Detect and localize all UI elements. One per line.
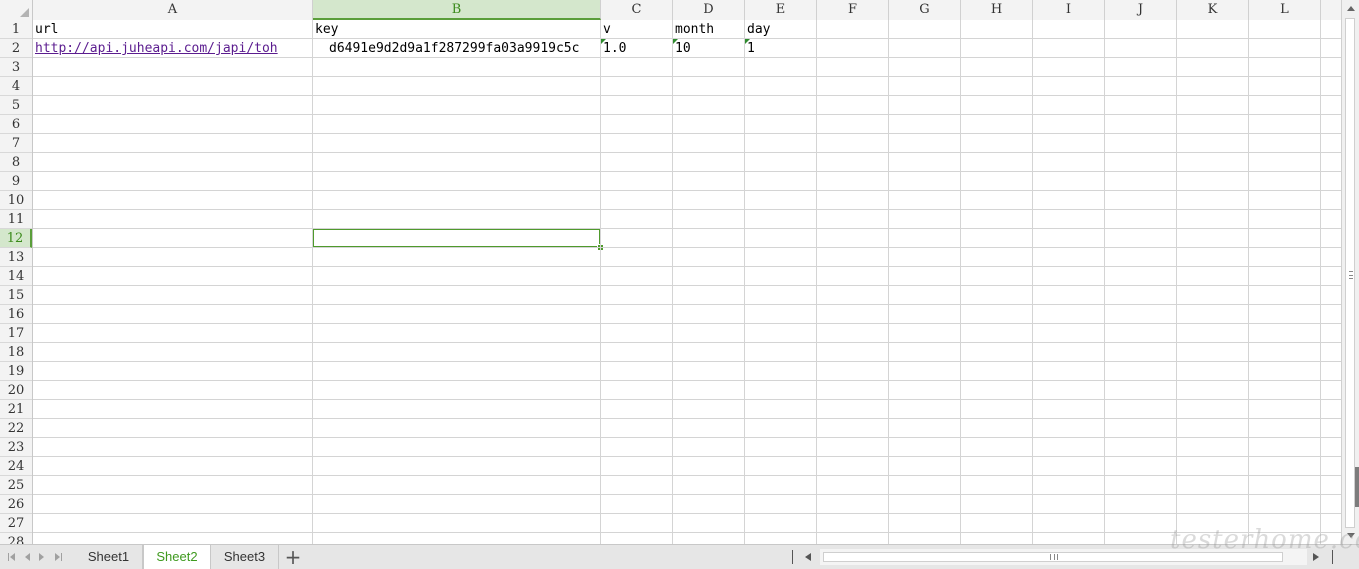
sheet-tab-sheet2[interactable]: Sheet2 bbox=[143, 545, 211, 569]
row-header-5[interactable]: 5 bbox=[0, 96, 32, 115]
scroll-left-icon[interactable] bbox=[805, 553, 811, 561]
row-header-8[interactable]: 8 bbox=[0, 153, 32, 172]
scroll-divider bbox=[1332, 550, 1333, 564]
row-header-4[interactable]: 4 bbox=[0, 77, 32, 96]
scroll-right-icon[interactable] bbox=[1313, 553, 1319, 561]
column-header-b[interactable]: B bbox=[313, 0, 601, 20]
grip-icon bbox=[1349, 271, 1353, 279]
row-header-27[interactable]: 27 bbox=[0, 514, 32, 533]
scroll-up-icon[interactable] bbox=[1347, 6, 1355, 11]
select-all-icon bbox=[20, 8, 29, 17]
column-header-a[interactable]: A bbox=[33, 0, 313, 20]
row-header-13[interactable]: 13 bbox=[0, 248, 32, 267]
prev-sheet-icon[interactable] bbox=[24, 552, 34, 562]
scroll-divider[interactable] bbox=[792, 550, 793, 564]
first-sheet-icon[interactable] bbox=[8, 552, 18, 562]
row-header-11[interactable]: 11 bbox=[0, 210, 32, 229]
row-header-24[interactable]: 24 bbox=[0, 457, 32, 476]
row-header-15[interactable]: 15 bbox=[0, 286, 32, 305]
window-edge-strip bbox=[1355, 467, 1359, 507]
row-header-10[interactable]: 10 bbox=[0, 191, 32, 210]
grip-icon bbox=[1050, 554, 1058, 560]
add-sheet-button[interactable]: + bbox=[283, 547, 303, 567]
horizontal-scroll-thumb[interactable] bbox=[823, 552, 1283, 562]
row-header-18[interactable]: 18 bbox=[0, 343, 32, 362]
error-flag-icon[interactable] bbox=[673, 39, 678, 44]
column-header-g[interactable]: G bbox=[889, 0, 961, 20]
row-header-2[interactable]: 2 bbox=[0, 39, 32, 58]
spreadsheet-app: ABCDEFGHIJKL 1 2 3 4 5 6 7 8 9 10 11 12 13 14 15 16 17 18… bbox=[0, 0, 1359, 569]
row-header-17[interactable]: 17 bbox=[0, 324, 32, 343]
column-header-bar: ABCDEFGHIJKL bbox=[0, 0, 1341, 21]
row-header-14[interactable]: 14 bbox=[0, 267, 32, 286]
row-header-26[interactable]: 26 bbox=[0, 495, 32, 514]
vertical-scrollbar[interactable] bbox=[1341, 0, 1359, 544]
last-sheet-icon[interactable] bbox=[54, 552, 64, 562]
row-header-bar: 1 2 3 4 5 6 7 8 9 10 11 12 13 14 15 16 17 18 19 20 21 22 23 24 2… bbox=[0, 20, 33, 544]
row-header-23[interactable]: 23 bbox=[0, 438, 32, 457]
cell-c1[interactable]: v bbox=[601, 20, 672, 39]
cell-c2[interactable]: 1.0 bbox=[601, 39, 672, 58]
row-header-7[interactable]: 7 bbox=[0, 134, 32, 153]
sheet-tab-bar: Sheet1 Sheet2 Sheet3 + bbox=[0, 544, 1359, 569]
row-header-16[interactable]: 16 bbox=[0, 305, 32, 324]
sheet-tab-sheet3[interactable]: Sheet3 bbox=[211, 545, 279, 569]
cell-b2[interactable]: d6491e9d2d9a1f287299fa03a9919c5c bbox=[313, 39, 600, 58]
row-header-3[interactable]: 3 bbox=[0, 58, 32, 77]
column-header-l[interactable]: L bbox=[1249, 0, 1321, 20]
row-header-20[interactable]: 20 bbox=[0, 381, 32, 400]
column-header-j[interactable]: J bbox=[1105, 0, 1177, 20]
column-header-d[interactable]: D bbox=[673, 0, 745, 20]
cell-grid[interactable]: url key v month day http://api.juheapi.com/ja… bbox=[33, 20, 1341, 544]
scroll-down-icon[interactable] bbox=[1347, 533, 1355, 538]
cell-e1[interactable]: day bbox=[745, 20, 816, 39]
error-flag-icon[interactable] bbox=[745, 39, 750, 44]
row-header-28[interactable]: 28 bbox=[0, 533, 32, 544]
cell-e2[interactable]: 1 bbox=[745, 39, 816, 58]
error-flag-icon[interactable] bbox=[601, 39, 606, 44]
sheet-tab-sheet1[interactable]: Sheet1 bbox=[75, 545, 143, 569]
row-header-12[interactable]: 12 bbox=[0, 229, 32, 248]
column-header-h[interactable]: H bbox=[961, 0, 1033, 20]
select-all-corner[interactable] bbox=[0, 0, 33, 20]
row-header-9[interactable]: 9 bbox=[0, 172, 32, 191]
cell-b1[interactable]: key bbox=[313, 20, 600, 39]
column-header-k[interactable]: K bbox=[1177, 0, 1249, 20]
cell-a1[interactable]: url bbox=[33, 20, 312, 39]
column-header-f[interactable]: F bbox=[817, 0, 889, 20]
column-header-c[interactable]: C bbox=[601, 0, 673, 20]
row-header-25[interactable]: 25 bbox=[0, 476, 32, 495]
column-header-i[interactable]: I bbox=[1033, 0, 1105, 20]
cell-d1[interactable]: month bbox=[673, 20, 744, 39]
horizontal-scrollbar[interactable] bbox=[820, 549, 1307, 565]
active-cell-B12[interactable] bbox=[312, 228, 601, 248]
next-sheet-icon[interactable] bbox=[38, 552, 48, 562]
vertical-scroll-thumb[interactable] bbox=[1345, 18, 1355, 528]
column-header-e[interactable]: E bbox=[745, 0, 817, 20]
cell-d2[interactable]: 10 bbox=[673, 39, 744, 58]
row-header-22[interactable]: 22 bbox=[0, 419, 32, 438]
row-header-19[interactable]: 19 bbox=[0, 362, 32, 381]
cell-a2[interactable]: http://api.juheapi.com/japi/toh bbox=[33, 39, 312, 58]
row-header-1[interactable]: 1 bbox=[0, 20, 32, 39]
row-header-6[interactable]: 6 bbox=[0, 115, 32, 134]
row-header-21[interactable]: 21 bbox=[0, 400, 32, 419]
